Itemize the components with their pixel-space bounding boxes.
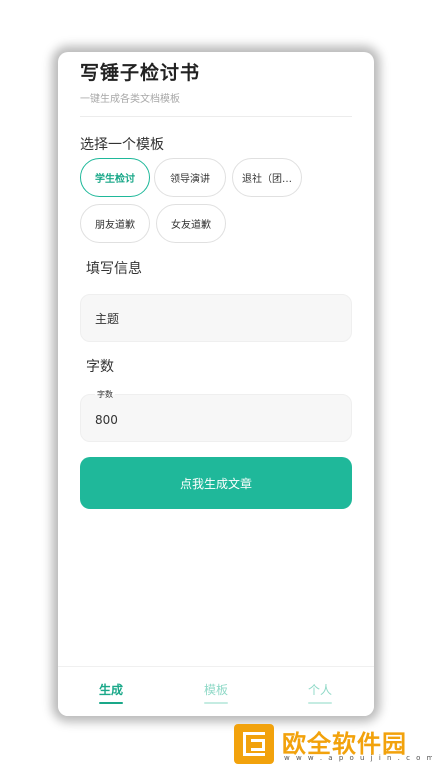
template-chip-quit-club[interactable]: 退社（团… (232, 158, 302, 197)
word-count-section-title: 字数 (86, 359, 114, 375)
template-section-title: 选择一个模板 (80, 137, 164, 153)
word-count-floating-label: 字数 (95, 389, 115, 400)
tab-templates[interactable]: 模板 (186, 681, 246, 704)
phone-screen: 写锤子检讨书 一键生成各类文档模板 选择一个模板 学生检讨 领导演讲 退社（团…… (58, 52, 374, 716)
bottom-tab-bar: 生成 模板 个人 (58, 666, 374, 716)
watermark-logo-icon (234, 724, 274, 764)
tab-generate-indicator (99, 702, 123, 704)
tab-profile[interactable]: 个人 (290, 681, 350, 704)
tab-profile-label: 个人 (307, 683, 332, 697)
tab-templates-indicator (204, 702, 228, 704)
tab-generate-label: 生成 (98, 683, 123, 697)
topic-input[interactable]: 主题 (80, 294, 352, 342)
tab-generate[interactable]: 生成 (81, 681, 141, 704)
site-watermark: 欧全软件园 w w w . a p o u j i n . c o m (230, 718, 432, 768)
page-title: 写锤子检讨书 (80, 62, 201, 84)
tab-profile-indicator (308, 702, 332, 704)
template-chip-girlfriend-apology[interactable]: 女友道歉 (156, 204, 226, 243)
generate-article-button[interactable]: 点我生成文章 (80, 457, 352, 509)
word-count-value: 800 (95, 413, 118, 427)
template-chip-friend-apology[interactable]: 朋友道歉 (80, 204, 150, 243)
header-divider (80, 116, 352, 117)
word-count-input[interactable]: 字数 800 (80, 389, 352, 442)
watermark-url: w w w . a p o u j i n . c o m (284, 754, 432, 762)
tab-templates-label: 模板 (203, 683, 228, 697)
template-chip-leader-speech[interactable]: 领导演讲 (154, 158, 226, 197)
form-section-title: 填写信息 (86, 261, 142, 277)
topic-placeholder: 主题 (95, 312, 120, 326)
template-chip-student[interactable]: 学生检讨 (80, 158, 150, 197)
page-subtitle: 一键生成各类文档模板 (80, 94, 180, 105)
